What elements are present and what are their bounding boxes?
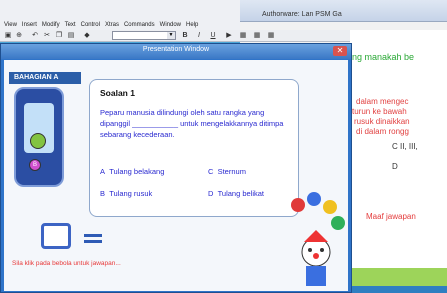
- background-line: di dalam rongg: [356, 127, 409, 136]
- bold-button[interactable]: B: [180, 31, 190, 40]
- option-letter: D: [208, 189, 214, 198]
- presentation-titlebar[interactable]: Presentation Window ✕: [1, 44, 351, 59]
- purple-ball-icon[interactable]: B: [29, 159, 41, 171]
- background-line: turun ke bawah: [352, 107, 407, 116]
- red-ball-icon[interactable]: [291, 198, 305, 212]
- option-text: Tulang rusuk: [109, 189, 153, 198]
- menu-control[interactable]: Control: [81, 20, 100, 30]
- background-heading: ng manakah be: [352, 52, 415, 62]
- grid-icon[interactable]: ▦: [252, 31, 262, 40]
- cut-icon[interactable]: ✂: [42, 31, 52, 40]
- menu-modify[interactable]: Modify: [42, 20, 60, 30]
- underline-button[interactable]: U: [208, 31, 218, 40]
- green-ball-icon[interactable]: [30, 133, 46, 149]
- answer-box[interactable]: [41, 223, 71, 249]
- menu-text[interactable]: Text: [65, 20, 76, 30]
- background-line: rusuk dinaikkan: [354, 117, 410, 126]
- section-label: BAHAGIAN A: [9, 72, 81, 84]
- chevron-down-icon[interactable]: ▼: [167, 32, 175, 39]
- authoring-app: View Insert Modify Text Control Xtras Co…: [0, 0, 350, 42]
- menu-insert[interactable]: Insert: [22, 20, 37, 30]
- grid-icon[interactable]: ▦: [266, 31, 276, 40]
- phone-dot-label: B: [32, 162, 37, 168]
- italic-button[interactable]: I: [194, 31, 204, 40]
- background-option-d: D: [392, 162, 398, 171]
- background-sorry-text: Maaf jawapan: [366, 212, 416, 221]
- menu-window[interactable]: Window: [160, 20, 181, 30]
- yellow-ball-icon[interactable]: [323, 200, 337, 214]
- copy-icon[interactable]: ❐: [54, 31, 64, 40]
- hint-text: Sila klik pada bebola untuk jawapan...: [12, 260, 121, 267]
- option-text: Sternum: [217, 167, 246, 176]
- save-icon[interactable]: ▣: [3, 31, 13, 40]
- presentation-title: Presentation Window: [142, 46, 210, 53]
- run-icon[interactable]: ◆: [82, 31, 92, 40]
- answer-options: A Tulang belakang C Sternum B Tulang rus…: [100, 167, 290, 198]
- background-window-title: Authorware: Lan PSM Ga: [262, 11, 342, 18]
- grid-icon[interactable]: ▦: [238, 31, 248, 40]
- undo-icon[interactable]: ↶: [30, 31, 40, 40]
- menu-bar: View Insert Modify Text Control Xtras Co…: [0, 20, 240, 30]
- menu-help[interactable]: Help: [186, 20, 198, 30]
- phone-graphic: B: [14, 87, 64, 187]
- clown-icon: [301, 230, 331, 286]
- menu-xtras[interactable]: Xtras: [105, 20, 119, 30]
- toolbar: ▣ ⊕ ↶ ✂ ❐ ▤ ◆ ▼ B I U ▶ ▦ ▦ ▦: [0, 30, 350, 42]
- background-option-c: C II, III,: [392, 142, 418, 151]
- option-letter: B: [100, 189, 106, 198]
- import-icon[interactable]: ⊕: [14, 31, 24, 40]
- paste-icon[interactable]: ▤: [66, 31, 76, 40]
- stage: BAHAGIAN A B Soalan 1 Peparu manusia dil…: [4, 60, 348, 291]
- background-line: dalam mengec: [356, 97, 409, 106]
- question-number: Soalan 1: [100, 88, 135, 98]
- background-bottom-strip: [350, 286, 447, 293]
- menu-commands[interactable]: Commands: [124, 20, 155, 30]
- question-card: Soalan 1 Peparu manusia dilindungi oleh …: [89, 79, 299, 217]
- option-c[interactable]: C Sternum: [208, 167, 290, 176]
- background-canvas: [350, 30, 447, 293]
- close-button[interactable]: ✕: [333, 46, 347, 56]
- option-text: Tulang belakang: [109, 167, 165, 176]
- equals-icon: [84, 234, 104, 244]
- option-letter: A: [100, 167, 106, 176]
- option-a[interactable]: A Tulang belakang: [100, 167, 208, 176]
- question-text: Peparu manusia dilindungi oleh satu rang…: [100, 108, 284, 139]
- option-text: Tulang belikat: [217, 189, 265, 198]
- font-select[interactable]: ▼: [112, 31, 176, 40]
- background-window-titlebar: Authorware: Lan PSM Ga: [240, 0, 447, 22]
- presentation-window: Presentation Window ✕ BAHAGIAN A B Soala…: [0, 43, 352, 293]
- option-letter: C: [208, 167, 214, 176]
- menu-view[interactable]: View: [4, 20, 17, 30]
- play-icon[interactable]: ▶: [224, 31, 234, 40]
- option-b[interactable]: B Tulang rusuk: [100, 189, 208, 198]
- blue-ball-icon[interactable]: [307, 192, 321, 206]
